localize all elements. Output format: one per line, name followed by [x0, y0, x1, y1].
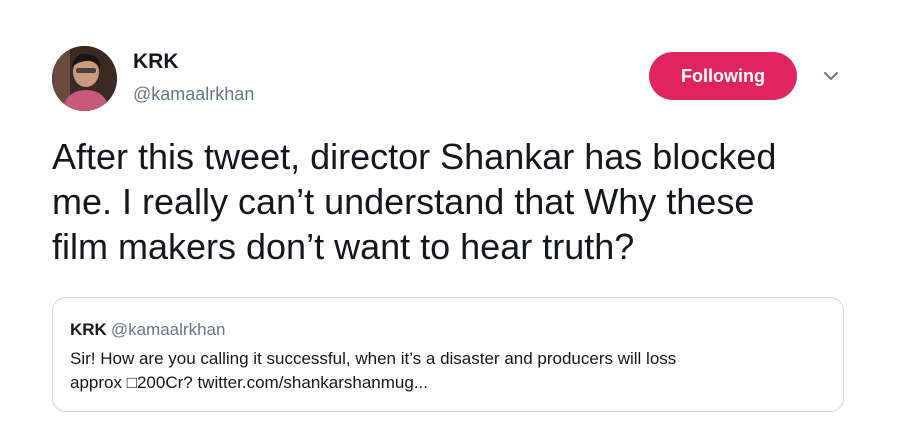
tweet-text: After this tweet, director Shankar has b…	[52, 134, 852, 269]
quoted-tweet-header: KRK @kamaalrkhan	[70, 320, 225, 340]
quoted-tweet[interactable]: KRK @kamaalrkhan Sir! How are you calling…	[52, 297, 844, 412]
author-handle[interactable]: @kamaalrkhan	[133, 84, 254, 105]
tweet-text-line: me. I really can’t understand that Why t…	[52, 181, 755, 222]
following-button[interactable]: Following	[649, 52, 797, 100]
avatar[interactable]	[52, 46, 117, 111]
quoted-tweet-text-line: approx □200Cr? twitter.com/shankarshanmu…	[70, 373, 428, 392]
author-display-name[interactable]: KRK	[133, 50, 179, 74]
quoted-tweet-text: Sir! How are you calling it successful, …	[70, 347, 830, 395]
tweet-text-line: film makers don’t want to hear truth?	[52, 226, 635, 267]
quoted-tweet-handle: @kamaalrkhan	[110, 320, 226, 339]
tweet-text-line: After this tweet, director Shankar has b…	[52, 136, 777, 177]
quoted-tweet-text-line: Sir! How are you calling it successful, …	[70, 349, 677, 368]
chevron-down-icon[interactable]	[818, 66, 844, 86]
profile-photo	[52, 46, 117, 111]
quoted-tweet-display-name: KRK	[70, 320, 107, 339]
